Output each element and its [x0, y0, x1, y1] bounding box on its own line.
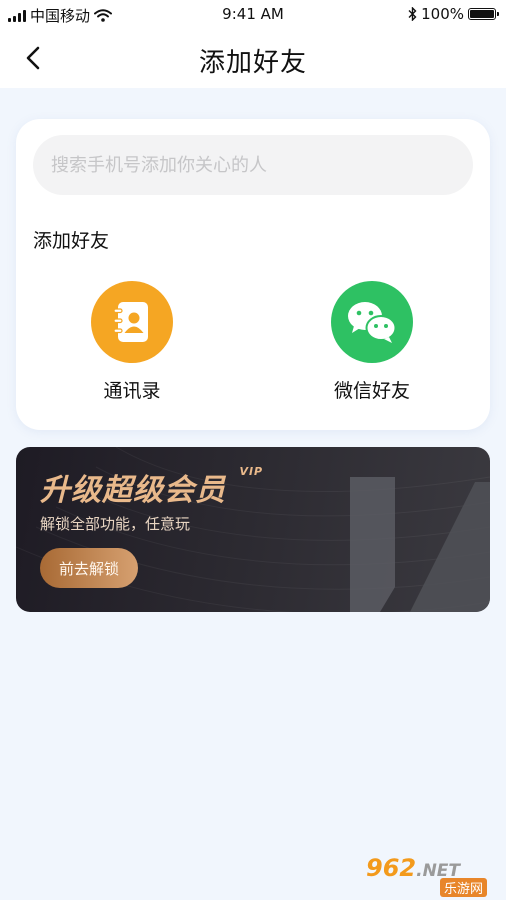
vip-title-text: 升级超级会员 [40, 473, 226, 508]
wechat-icon-circle [331, 281, 413, 363]
contacts-book-icon [113, 302, 148, 342]
page-title: 添加好友 [198, 48, 307, 78]
vip-v-logo [350, 477, 490, 612]
nav-bar: 添加好友 [0, 30, 506, 88]
wechat-icon [348, 302, 397, 343]
wechat-option[interactable]: 微信好友 [292, 281, 452, 403]
unlock-button[interactable]: 前去解锁 [40, 548, 138, 588]
status-bar: 中国移动 9:41 AM 100% [0, 0, 506, 30]
add-friend-card: 添加好友 通讯录 [16, 119, 490, 430]
contacts-option[interactable]: 通讯录 [52, 281, 212, 403]
contacts-label: 通讯录 [103, 380, 161, 402]
watermark-caption: 乐游网 [440, 878, 488, 897]
status-right: 100% [408, 5, 499, 23]
watermark-number-text: 962 [366, 854, 417, 882]
vip-badge: VIP [239, 465, 264, 478]
vip-title: 升级超级会员 VIP [40, 465, 263, 509]
battery-percent: 100% [421, 5, 464, 23]
contacts-icon-circle [91, 281, 173, 363]
battery-icon [468, 8, 499, 20]
battery-fill [470, 10, 494, 18]
vip-subtitle: 解锁全部功能，任意玩 [40, 515, 191, 533]
bluetooth-icon [408, 7, 417, 21]
wechat-label: 微信好友 [333, 380, 410, 402]
section-title: 添加好友 [33, 230, 110, 252]
watermark-logo: 962.NET 乐游网 [366, 854, 498, 897]
vip-banner[interactable]: 升级超级会员 VIP 解锁全部功能，任意玩 前去解锁 [16, 447, 490, 612]
search-input[interactable] [33, 135, 473, 195]
